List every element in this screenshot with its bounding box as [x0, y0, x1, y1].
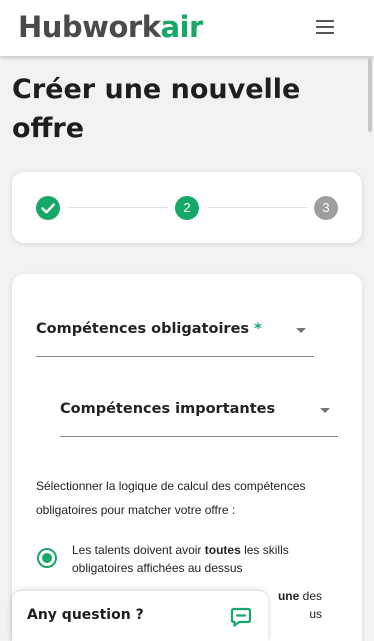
important-skills-select[interactable]: Compétences importantes — [60, 401, 338, 437]
check-icon — [41, 203, 55, 214]
chat-widget-button[interactable]: Any question ? — [12, 591, 268, 641]
dropdown-arrow-icon — [296, 328, 306, 333]
chat-bubble-icon — [230, 607, 252, 627]
step-3-todo[interactable]: 3 — [314, 196, 338, 220]
dropdown-arrow-icon — [320, 408, 330, 413]
stepper-connector — [68, 207, 168, 208]
required-skills-select[interactable]: Compétences obligatoires * — [36, 321, 314, 357]
page-scrollbar[interactable] — [368, 58, 372, 132]
step-1-completed[interactable] — [36, 196, 60, 220]
important-skills-label: Compétences importantes — [60, 401, 276, 417]
radio-selected-icon[interactable] — [37, 548, 57, 568]
required-marker: * — [254, 321, 262, 337]
chat-label: Any question ? — [27, 607, 144, 623]
step-2-active[interactable]: 2 — [175, 196, 199, 220]
logo-text-hubwork: Hubwork — [18, 10, 161, 44]
stepper: 2 3 — [12, 172, 362, 243]
stepper-connector — [207, 207, 307, 208]
hubworkair-logo[interactable]: Hubworkair — [18, 8, 203, 46]
required-skills-label: Compétences obligatoires * — [36, 321, 262, 337]
logic-description: Sélectionner la logique de calcul des co… — [36, 479, 306, 517]
top-app-bar: Hubworkair — [0, 0, 374, 56]
logo-text-air: air — [160, 10, 203, 44]
page-title: Créer une nouvelle offre — [12, 74, 301, 144]
option-all-skills-label: Les talents doivent avoir toutes les ski… — [72, 543, 289, 575]
hamburger-menu-icon[interactable] — [316, 20, 336, 36]
form-card: Compétences obligatoires * Compétences i… — [12, 274, 362, 641]
